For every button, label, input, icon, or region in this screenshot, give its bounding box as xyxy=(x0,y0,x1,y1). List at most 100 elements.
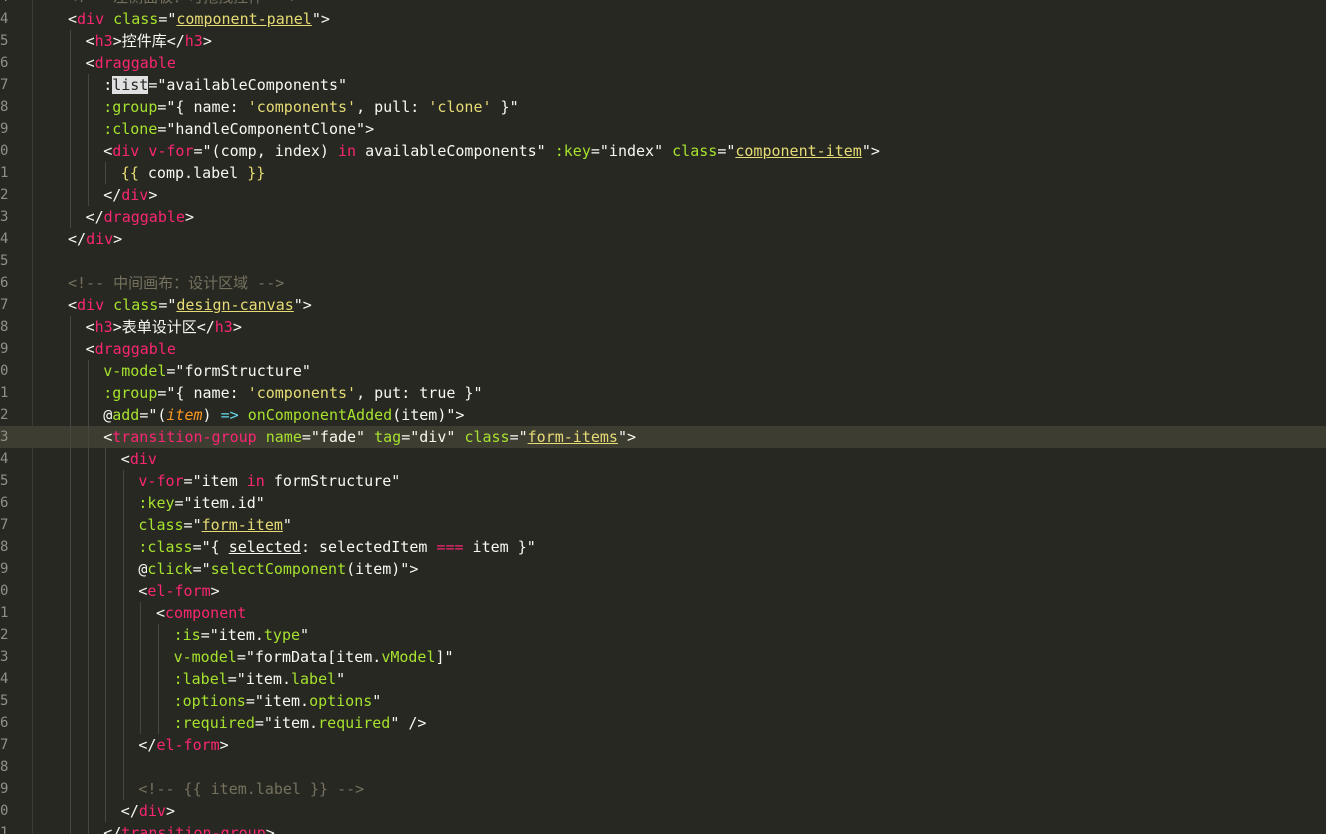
code-token: < xyxy=(85,318,95,336)
indent-guide xyxy=(70,756,71,778)
code-text[interactable]: class="form-item" xyxy=(138,514,292,536)
code-text[interactable]: v-model="formData[item.vModel]" xyxy=(174,646,454,668)
code-text[interactable]: <!-- {{ item.label }} --> xyxy=(138,778,364,800)
code-text[interactable]: {{ comp.label }} xyxy=(121,162,266,184)
code-line[interactable]: 5 v-for="item in formStructure" xyxy=(0,470,1326,492)
code-line[interactable]: 8 <h3>表单设计区</h3> xyxy=(0,316,1326,338)
code-editor[interactable]: 4<!-- 左侧面板：可拖拽控件 -->4<div class="compone… xyxy=(0,0,1326,834)
code-line[interactable]: 5 xyxy=(0,250,1326,272)
code-token: " xyxy=(300,626,310,644)
code-line[interactable]: 3 v-model="formData[item.vModel]" xyxy=(0,646,1326,668)
code-line[interactable]: 4 :label="item.label" xyxy=(0,668,1326,690)
indent-guide xyxy=(70,712,71,734)
code-line[interactable]: 5:options="item.options" xyxy=(0,690,1326,712)
code-text[interactable]: @add="(item) => onComponentAdded(item)"> xyxy=(103,404,464,426)
code-token: ="index" xyxy=(590,142,673,160)
code-text[interactable]: <div v-for="(comp, index) in availableCo… xyxy=(103,140,880,162)
code-line[interactable]: 0 <div v-for="(comp, index) in availableC… xyxy=(0,140,1326,162)
code-text[interactable]: <h3>表单设计区</h3> xyxy=(86,316,242,338)
code-line[interactable]: 1 </transition-group> xyxy=(0,822,1326,834)
code-text[interactable]: </draggable> xyxy=(86,206,194,228)
code-lines[interactable]: 4<!-- 左侧面板：可拖拽控件 -->4<div class="compone… xyxy=(0,0,1326,834)
code-line[interactable]: 8:group="{ name: 'components', pull: 'cl… xyxy=(0,96,1326,118)
indent-guide xyxy=(105,668,107,690)
code-line[interactable]: 7:list="availableComponents" xyxy=(0,74,1326,96)
code-line[interactable]: 7 <div class="design-canvas"> xyxy=(0,294,1326,316)
code-line[interactable]: 4 <!-- 左侧面板：可拖拽控件 --> xyxy=(0,0,1326,8)
code-text[interactable]: :class="{ selected: selectedItem === ite… xyxy=(138,536,535,558)
code-text[interactable]: :required="item.required" /> xyxy=(174,712,427,734)
code-line[interactable]: 1 {{ comp.label }} xyxy=(0,162,1326,184)
code-text[interactable]: <!-- 中间画布：设计区域 --> xyxy=(68,272,284,294)
indent-guide xyxy=(70,162,71,184)
code-line[interactable]: 6 <!-- 中间画布：设计区域 --> xyxy=(0,272,1326,294)
code-token: click xyxy=(147,560,193,578)
code-line[interactable]: 6:required="item.required" /> xyxy=(0,712,1326,734)
code-text[interactable]: :label="item.label" xyxy=(174,668,346,690)
code-token: in xyxy=(338,142,357,160)
code-text[interactable]: <h3>控件库</h3> xyxy=(86,30,212,52)
code-text[interactable]: <draggable xyxy=(86,52,176,74)
code-text[interactable]: :is="item.type" xyxy=(174,624,309,646)
indent-guide xyxy=(87,668,89,690)
code-text[interactable]: :options="item.options" xyxy=(174,690,382,712)
code-line[interactable]: 5 <h3>控件库</h3> xyxy=(0,30,1326,52)
code-text[interactable]: v-for="item in formStructure" xyxy=(138,470,400,492)
code-text[interactable]: <div xyxy=(121,448,157,470)
code-text[interactable]: <transition-group name="fade" tag="div" … xyxy=(103,426,636,448)
code-line[interactable]: 4 <div xyxy=(0,448,1326,470)
code-text[interactable]: <div class="design-canvas"> xyxy=(68,294,312,316)
code-token: selectComponent xyxy=(210,560,347,578)
code-text[interactable]: :clone="handleComponentClone"> xyxy=(103,118,374,140)
code-token: ="(comp, index) xyxy=(193,142,338,160)
code-text[interactable]: </transition-group> xyxy=(103,822,275,834)
code-line[interactable]: 7 class="form-item" xyxy=(0,514,1326,536)
code-line[interactable]: 4 </div> xyxy=(0,228,1326,250)
code-text[interactable]: :group="{ name: 'components', pull: 'clo… xyxy=(103,96,518,118)
code-line[interactable]: 9 <!-- {{ item.label }} --> xyxy=(0,778,1326,800)
code-text[interactable]: </el-form> xyxy=(138,734,228,756)
code-text[interactable]: </div> xyxy=(103,184,157,206)
code-line[interactable]: 2 </div> xyxy=(0,184,1326,206)
code-token: ="item. xyxy=(227,670,291,688)
code-line[interactable]: 1:group="{ name: 'components', put: true… xyxy=(0,382,1326,404)
code-text[interactable]: :list="availableComponents" xyxy=(103,74,347,96)
code-token: :required xyxy=(173,714,255,732)
code-line[interactable]: 2:is="item.type" xyxy=(0,624,1326,646)
code-line[interactable]: 4 <div class="component-panel"> xyxy=(0,8,1326,30)
code-text[interactable]: </div> xyxy=(121,800,175,822)
code-line[interactable]: 1 <component xyxy=(0,602,1326,624)
code-line[interactable]: 8:class="{ selected: selectedItem === it… xyxy=(0,536,1326,558)
code-text[interactable]: :group="{ name: 'components', put: true … xyxy=(103,382,482,404)
code-text[interactable]: </div> xyxy=(68,228,122,250)
code-text[interactable]: @click="selectComponent(item)"> xyxy=(138,558,418,580)
code-text[interactable]: v-model="formStructure" xyxy=(103,360,311,382)
code-line[interactable]: 0 </div> xyxy=(0,800,1326,822)
code-text[interactable]: :key="item.id" xyxy=(138,492,264,514)
indent-guide xyxy=(122,734,124,756)
code-line[interactable]: 6:key="item.id" xyxy=(0,492,1326,514)
code-text[interactable]: <el-form> xyxy=(138,580,219,602)
line-number: 3 xyxy=(0,429,8,445)
indent-guide xyxy=(140,668,142,690)
code-text[interactable]: <div class="component-panel"> xyxy=(68,8,330,30)
code-line[interactable]: 2 @add="(item) => onComponentAdded(item)"… xyxy=(0,404,1326,426)
line-number: 4 xyxy=(0,671,8,687)
code-token: "> xyxy=(293,296,312,314)
code-line-active[interactable]: 3 <transition-group name="fade" tag="div"… xyxy=(0,426,1326,448)
code-text[interactable]: <component xyxy=(156,602,246,624)
code-line[interactable]: 9 <draggable xyxy=(0,338,1326,360)
code-line[interactable]: 8 xyxy=(0,756,1326,778)
code-line[interactable]: 6 <draggable xyxy=(0,52,1326,74)
code-line[interactable]: 3 </draggable> xyxy=(0,206,1326,228)
code-line[interactable]: 0 <el-form> xyxy=(0,580,1326,602)
code-token: ="item. xyxy=(254,714,319,732)
code-text[interactable]: <draggable xyxy=(86,338,176,360)
code-line[interactable]: 9 @click="selectComponent(item)"> xyxy=(0,558,1326,580)
code-line[interactable]: 0 v-model="formStructure" xyxy=(0,360,1326,382)
code-line[interactable]: 7 </el-form> xyxy=(0,734,1326,756)
code-text[interactable]: <!-- 左侧面板：可拖拽控件 --> xyxy=(68,0,299,8)
code-line[interactable]: 9:clone="handleComponentClone"> xyxy=(0,118,1326,140)
code-token: draggable xyxy=(94,54,176,72)
